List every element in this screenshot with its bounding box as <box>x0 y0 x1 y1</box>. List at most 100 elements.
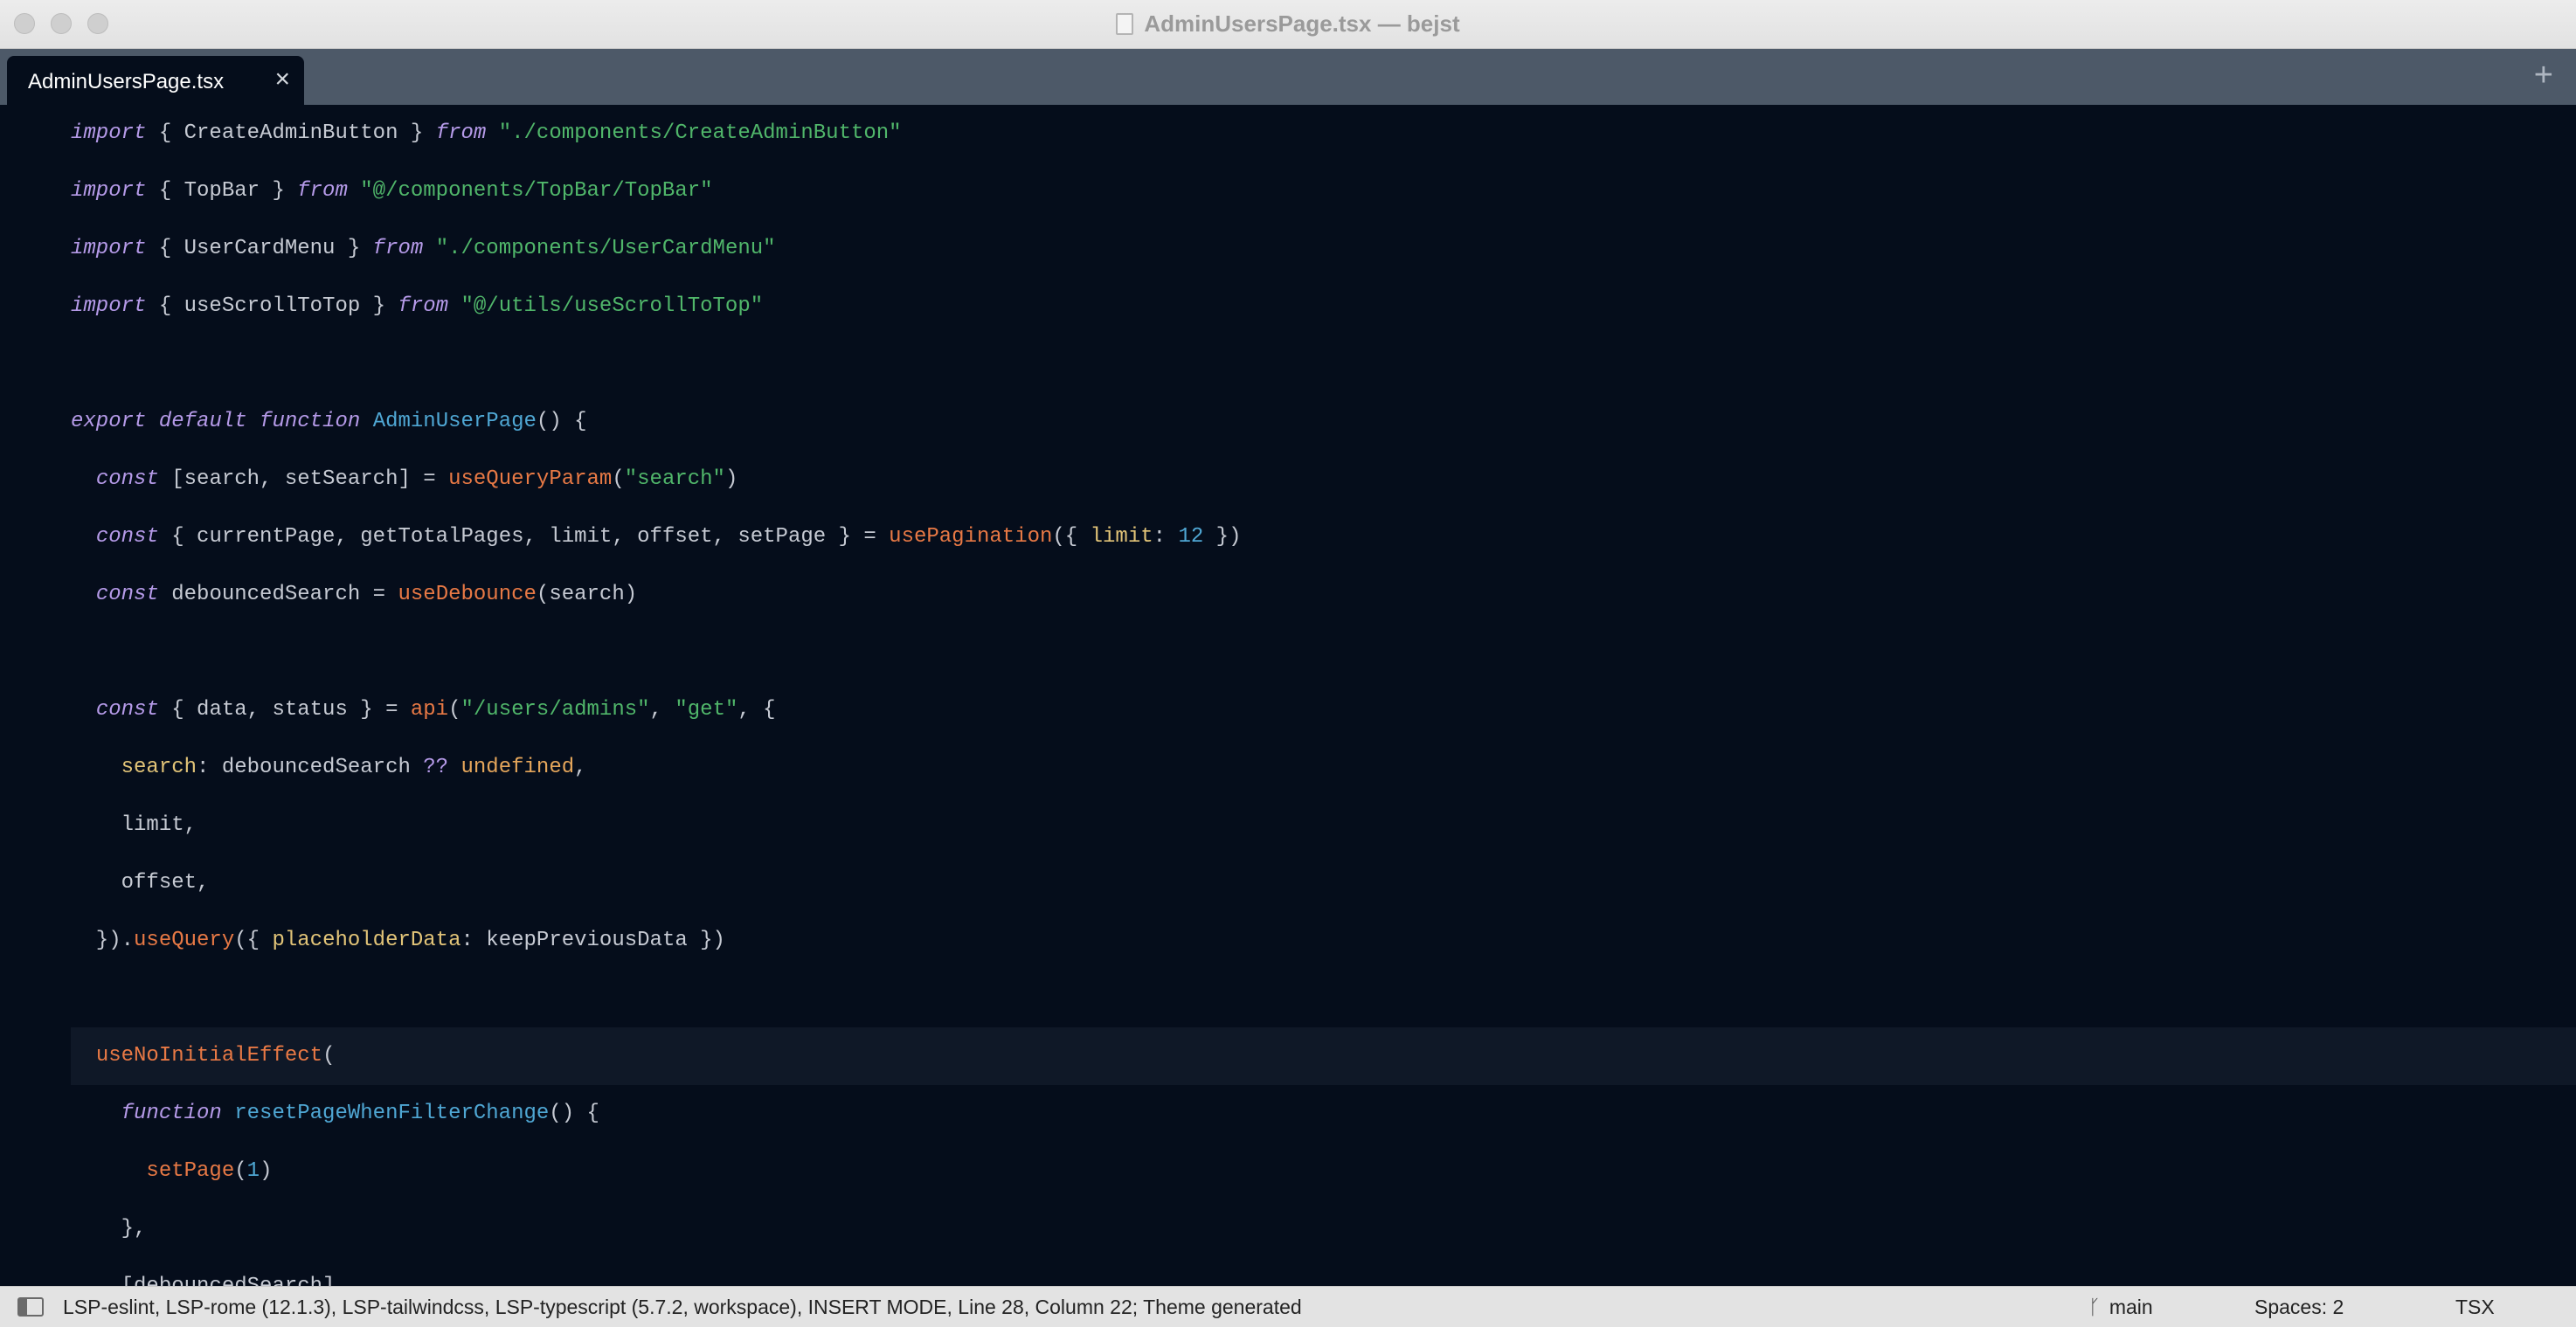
code-token: useDebounce <box>398 583 537 606</box>
code-token: resetPageWhenFilterChange <box>234 1102 550 1125</box>
code-line[interactable]: import { CreateAdminButton } from "./com… <box>71 105 2576 162</box>
code-token: undefined <box>460 756 575 779</box>
code-line[interactable]: import { TopBar } from "@/components/Top… <box>71 162 2576 220</box>
code-token: ({ <box>1052 525 1091 549</box>
code-line[interactable]: useNoInitialEffect( <box>71 1027 2576 1085</box>
editor-window: AdminUsersPage.tsx — bejst AdminUsersPag… <box>0 0 2576 1327</box>
code-token: useNoInitialEffect <box>95 1044 323 1068</box>
code-token: import <box>71 179 147 203</box>
code-token: useQueryParam <box>448 467 613 491</box>
code-line[interactable] <box>71 970 2576 1027</box>
tab-admin-users-page[interactable]: AdminUsersPage.tsx × <box>7 56 304 105</box>
code-line[interactable]: import { UserCardMenu } from "./componen… <box>71 220 2576 278</box>
code-line[interactable]: const { currentPage, getTotalPages, limi… <box>71 508 2576 566</box>
status-bar: LSP-eslint, LSP-rome (12.1.3), LSP-tailw… <box>0 1286 2576 1327</box>
code-token: }) <box>1203 525 1242 549</box>
code-token: : <box>1153 525 1179 549</box>
code-token: ( <box>234 1159 247 1183</box>
code-token: const <box>95 467 159 491</box>
close-tab-icon[interactable]: × <box>274 66 290 93</box>
code-editor[interactable]: import { CreateAdminButton } from "./com… <box>0 105 2576 1286</box>
new-tab-button[interactable]: + <box>2534 58 2553 93</box>
code-token: from <box>435 121 487 145</box>
code-token: function <box>121 1102 222 1125</box>
code-line[interactable]: const debouncedSearch = useDebounce(sear… <box>71 566 2576 624</box>
code-token: ) <box>260 1159 273 1183</box>
code-token: import <box>71 121 147 145</box>
code-token: search <box>121 756 197 779</box>
code-token: ( <box>322 1044 336 1068</box>
code-line[interactable]: export default function AdminUserPage() … <box>71 393 2576 451</box>
code-line[interactable]: }, <box>71 1200 2576 1258</box>
code-token: import <box>71 294 147 318</box>
code-token: from <box>398 294 449 318</box>
sidebar-toggle-icon[interactable] <box>17 1297 44 1317</box>
code-token: export <box>71 410 147 433</box>
code-token: { useScrollToTop } <box>146 294 398 318</box>
code-line[interactable]: [debouncedSearch], <box>71 1258 2576 1286</box>
code-token: , <box>574 756 587 779</box>
code-token: 12 <box>1178 525 1204 549</box>
code-token: "search" <box>624 467 725 491</box>
code-token: "./components/UserCardMenu" <box>435 237 776 260</box>
code-token: offset, <box>71 871 210 895</box>
tab-bar: AdminUsersPage.tsx × + <box>0 49 2576 105</box>
code-line[interactable]: setPage(1) <box>71 1143 2576 1200</box>
code-token: "get" <box>675 698 738 722</box>
code-token: "@/utils/useScrollToTop" <box>460 294 764 318</box>
code-token: ) <box>724 467 738 491</box>
window-title: AdminUsersPage.tsx — bejst <box>1144 10 1460 37</box>
code-token: [search, setSearch] = <box>158 467 449 491</box>
window-title-wrap: AdminUsersPage.tsx — bejst <box>0 10 2576 38</box>
code-token: , { <box>737 698 776 722</box>
code-line[interactable]: search: debouncedSearch ?? undefined, <box>71 739 2576 797</box>
code-token: { UserCardMenu } <box>146 237 373 260</box>
code-line[interactable] <box>71 624 2576 681</box>
code-line[interactable]: function resetPageWhenFilterChange() { <box>71 1085 2576 1143</box>
code-token: usePagination <box>889 525 1053 549</box>
code-token: from <box>372 237 424 260</box>
code-token: }, <box>71 1217 147 1241</box>
code-token: ({ <box>234 929 273 952</box>
code-line[interactable]: limit, <box>71 797 2576 854</box>
status-text: LSP-eslint, LSP-rome (12.1.3), LSP-tailw… <box>63 1296 1302 1318</box>
code-token: from <box>297 179 348 203</box>
code-line[interactable]: const { data, status } = api("/users/adm… <box>71 681 2576 739</box>
code-token: { CreateAdminButton } <box>146 121 436 145</box>
code-line[interactable]: const [search, setSearch] = useQueryPara… <box>71 451 2576 508</box>
code-line[interactable]: import { useScrollToTop } from "@/utils/… <box>71 278 2576 335</box>
title-bar: AdminUsersPage.tsx — bejst <box>0 0 2576 49</box>
code-line[interactable]: offset, <box>71 854 2576 912</box>
code-token: limit, <box>71 813 197 837</box>
indentation-setting[interactable]: Spaces: 2 <box>2254 1296 2344 1319</box>
code-token: : keepPreviousData }) <box>460 929 725 952</box>
code-token: useQuery <box>134 929 235 952</box>
code-token: , <box>649 698 675 722</box>
code-line[interactable]: }).useQuery({ placeholderData: keepPrevi… <box>71 912 2576 970</box>
document-icon <box>1116 13 1134 35</box>
code-token: [debouncedSearch], <box>71 1275 348 1286</box>
code-token: "./components/CreateAdminButton" <box>498 121 902 145</box>
code-token: ( <box>612 467 625 491</box>
syntax-selector[interactable]: TSX <box>2455 1296 2495 1319</box>
git-branch-label: main <box>2109 1296 2153 1318</box>
git-branch[interactable]: ᚴ main <box>2088 1296 2153 1319</box>
tab-label[interactable]: AdminUsersPage.tsx <box>28 70 224 94</box>
code-token: : debouncedSearch <box>197 756 424 779</box>
code-token: api <box>410 698 449 722</box>
code-line[interactable] <box>71 335 2576 393</box>
